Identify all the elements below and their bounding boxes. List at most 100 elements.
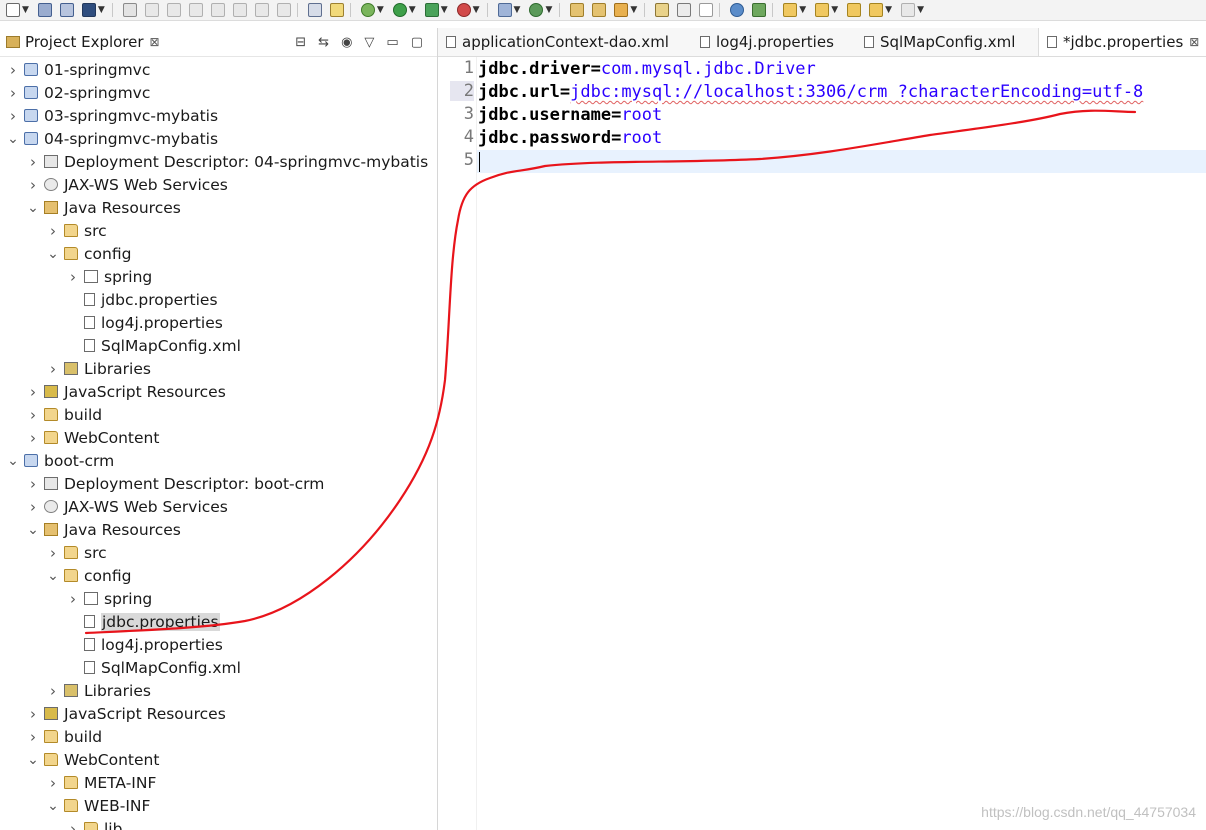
chevron-down-icon[interactable]: ▼	[630, 5, 637, 15]
chevron-down-icon[interactable]: ▼	[514, 5, 521, 15]
chevron-down-icon[interactable]: ▼	[22, 5, 29, 15]
chevron-right-icon[interactable]: ›	[46, 682, 60, 700]
new-class-icon[interactable]	[529, 3, 544, 17]
editor-tab[interactable]: log4j.properties	[692, 28, 856, 56]
chevron-right-icon[interactable]: ›	[46, 360, 60, 378]
chevron-right-icon[interactable]: ›	[66, 590, 80, 608]
chevron-down-icon[interactable]: ▼	[409, 5, 416, 15]
chevron-right-icon[interactable]: ›	[26, 406, 40, 424]
tree-item[interactable]: › Libraries	[0, 357, 437, 380]
code-line[interactable]: jdbc.driver=com.mysql.jdbc.Driver	[478, 58, 816, 81]
chevron-right-icon[interactable]: ›	[26, 383, 40, 401]
suspend-icon[interactable]	[166, 3, 181, 17]
tree-item[interactable]: jdbc.properties	[0, 610, 437, 633]
chevron-down-icon[interactable]: ▼	[377, 5, 384, 15]
tree-item[interactable]: › META-INF	[0, 771, 437, 794]
tree-item[interactable]: jdbc.properties	[0, 288, 437, 311]
chevron-right-icon[interactable]: ›	[66, 268, 80, 286]
chevron-down-icon[interactable]: ⌄	[6, 454, 20, 468]
chevron-right-icon[interactable]: ›	[66, 820, 80, 830]
chevron-down-icon[interactable]: ⌄	[26, 753, 40, 767]
chevron-right-icon[interactable]: ›	[6, 107, 20, 125]
chevron-down-icon[interactable]: ⌄	[26, 201, 40, 215]
editor-tab[interactable]: *jdbc.properties ⊠	[1038, 28, 1206, 56]
maximize-icon[interactable]: ▢	[411, 35, 423, 50]
tab-project-explorer[interactable]: Project Explorer ⊠	[0, 28, 160, 56]
chevron-right-icon[interactable]: ›	[26, 498, 40, 516]
chevron-down-icon[interactable]: ▼	[473, 5, 480, 15]
tree-item[interactable]: › 02-springmvc	[0, 81, 437, 104]
tree-item[interactable]: › WebContent	[0, 426, 437, 449]
debug-icon[interactable]	[360, 3, 375, 17]
skip-breakpoints-icon[interactable]	[122, 3, 137, 17]
run-last-tool-icon[interactable]	[424, 3, 439, 17]
editor-tab[interactable]: SqlMapConfig.xml	[856, 28, 1038, 56]
close-icon[interactable]: ⊠	[1189, 35, 1199, 49]
disconnect-icon[interactable]	[210, 3, 225, 17]
tree-item[interactable]: log4j.properties	[0, 311, 437, 334]
tree-item[interactable]: SqlMapConfig.xml	[0, 656, 437, 679]
code-line[interactable]: jdbc.url=jdbc:mysql://localhost:3306/crm…	[478, 81, 1143, 104]
tree-item[interactable]: SqlMapConfig.xml	[0, 334, 437, 357]
chevron-right-icon[interactable]: ›	[26, 429, 40, 447]
toggle-block-selection-icon[interactable]	[677, 3, 692, 17]
use-step-filters-icon[interactable]	[307, 3, 322, 17]
external-tools-icon[interactable]	[456, 3, 471, 17]
tree-item[interactable]: › spring	[0, 265, 437, 288]
tree-item[interactable]: › JavaScript Resources	[0, 380, 437, 403]
forward-icon[interactable]	[901, 3, 916, 17]
chevron-right-icon[interactable]: ›	[26, 475, 40, 493]
chevron-down-icon[interactable]: ▼	[917, 5, 924, 15]
save-icon[interactable]	[37, 3, 52, 17]
chevron-right-icon[interactable]: ›	[26, 176, 40, 194]
tree-item[interactable]: ⌄ WebContent	[0, 748, 437, 771]
chevron-down-icon[interactable]: ▼	[98, 5, 105, 15]
tree-item[interactable]: › spring	[0, 587, 437, 610]
chevron-down-icon[interactable]: ⌄	[26, 523, 40, 537]
tree-item[interactable]: ⌄ Java Resources	[0, 196, 437, 219]
last-edit-location-icon[interactable]	[847, 3, 862, 17]
tree-item[interactable]: › 01-springmvc	[0, 58, 437, 81]
chevron-down-icon[interactable]: ⌄	[6, 132, 20, 146]
focus-on-active-task-icon[interactable]: ◉	[341, 35, 352, 50]
open-task-icon[interactable]	[592, 3, 607, 17]
code-line[interactable]: jdbc.username=root	[478, 104, 662, 127]
tree-item[interactable]: ⌄ config	[0, 242, 437, 265]
search-icon[interactable]	[614, 3, 629, 17]
resume-icon[interactable]	[144, 3, 159, 17]
tree-item[interactable]: log4j.properties	[0, 633, 437, 656]
chevron-down-icon[interactable]: ▼	[441, 5, 448, 15]
tree-item[interactable]: ⌄ WEB-INF	[0, 794, 437, 817]
chevron-down-icon[interactable]: ⌄	[46, 799, 60, 813]
chevron-down-icon[interactable]: ⌄	[46, 247, 60, 261]
close-icon[interactable]: ⊠	[150, 35, 160, 49]
tree-item[interactable]: ⌄ config	[0, 564, 437, 587]
new-icon[interactable]	[6, 3, 20, 17]
tree-item[interactable]: ⌄ boot-crm	[0, 449, 437, 472]
code-line[interactable]: jdbc.password=root	[478, 127, 662, 150]
chevron-right-icon[interactable]: ›	[46, 774, 60, 792]
chevron-down-icon[interactable]: ▼	[885, 5, 892, 15]
collapse-all-icon[interactable]: ⊟	[295, 35, 306, 50]
link-with-editor-icon[interactable]: ⇆	[318, 35, 329, 50]
tree-item[interactable]: › JavaScript Resources	[0, 702, 437, 725]
back-icon[interactable]	[869, 3, 884, 17]
drop-to-frame-icon[interactable]	[329, 3, 344, 17]
chevron-down-icon[interactable]: ▼	[831, 5, 838, 15]
publish-icon[interactable]	[752, 3, 767, 17]
minimize-icon[interactable]: ▭	[386, 35, 398, 50]
chevron-down-icon[interactable]: ▼	[545, 5, 552, 15]
tree-item[interactable]: › Deployment Descriptor: boot-crm	[0, 472, 437, 495]
web-browser-icon[interactable]	[730, 3, 745, 17]
chevron-right-icon[interactable]: ›	[26, 728, 40, 746]
tree-item[interactable]: › Libraries	[0, 679, 437, 702]
tree-item[interactable]: › JAX-WS Web Services	[0, 173, 437, 196]
tree-item[interactable]: › build	[0, 725, 437, 748]
step-over-icon[interactable]	[254, 3, 269, 17]
toggle-mark-occurrences-icon[interactable]	[655, 3, 670, 17]
tree-item[interactable]: › build	[0, 403, 437, 426]
tree-item[interactable]: › JAX-WS Web Services	[0, 495, 437, 518]
tree-item[interactable]: › Deployment Descriptor: 04-springmvc-myb…	[0, 150, 437, 173]
open-type-icon[interactable]	[570, 3, 585, 17]
tree-item[interactable]: › src	[0, 541, 437, 564]
